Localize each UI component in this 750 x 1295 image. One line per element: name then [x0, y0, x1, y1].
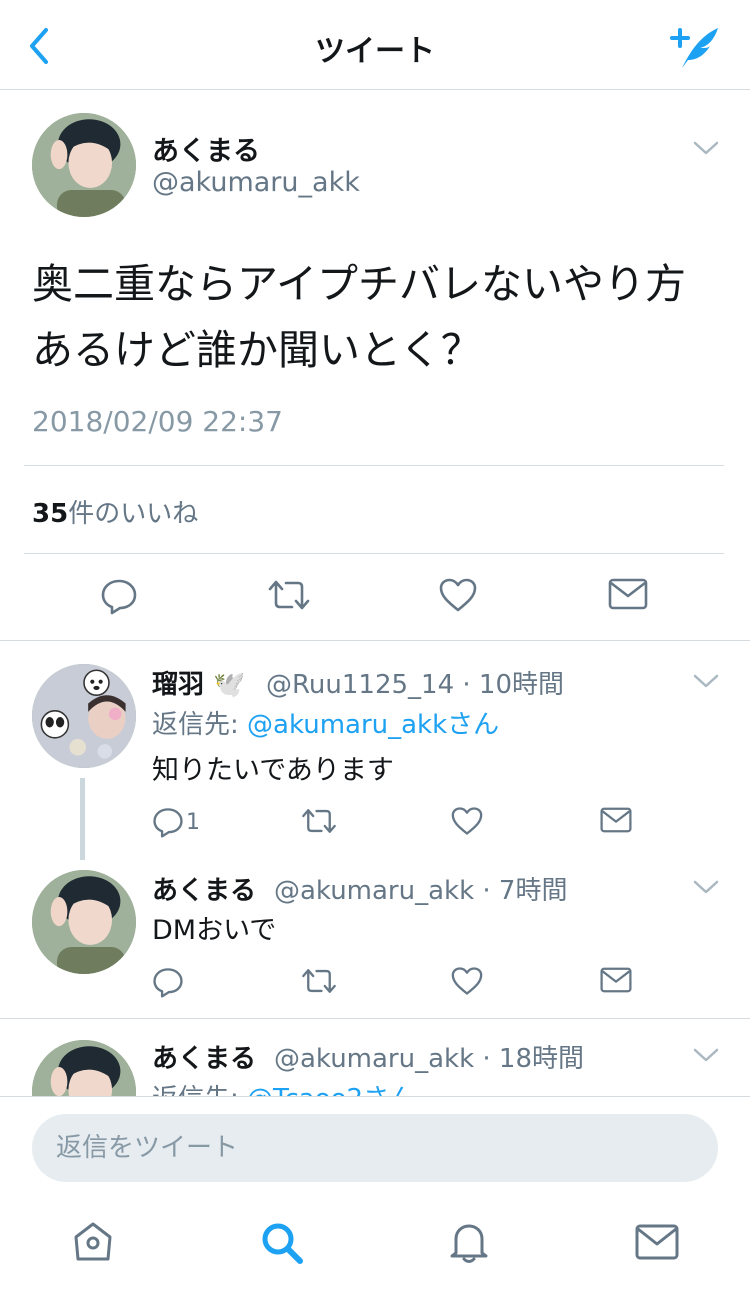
page-title: ツイート	[315, 34, 435, 69]
message-button[interactable]	[600, 806, 632, 834]
reply-count: 1	[186, 809, 200, 835]
likes-label: 件のいいね	[68, 499, 199, 529]
reply-handle-time[interactable]: @Ruu1125_14 · 10時間	[266, 664, 564, 701]
message-button[interactable]	[608, 577, 648, 611]
thread-connector	[80, 778, 85, 860]
likes-summary[interactable]: 35件のいいね	[32, 493, 198, 530]
dove-emoji: 🕊️	[213, 670, 246, 700]
top-nav-bar: ツイート	[0, 0, 750, 90]
avatar[interactable]	[32, 870, 136, 974]
retweet-button[interactable]	[300, 806, 338, 836]
compose-tweet-icon[interactable]	[668, 22, 722, 72]
reply-button[interactable]: 1	[152, 806, 200, 838]
message-button[interactable]	[600, 966, 632, 994]
reply-text: DMおいで	[152, 915, 277, 946]
retweet-button[interactable]	[300, 966, 338, 996]
reply-author-name[interactable]: あくまる	[152, 870, 256, 907]
reply-to-line: 返信先: @akumaru_akkさん	[152, 704, 499, 741]
avatar[interactable]	[32, 664, 136, 768]
reply-text: 知りたいであります	[152, 755, 394, 786]
messages-icon[interactable]	[634, 1219, 680, 1265]
retweet-icon	[302, 969, 336, 993]
notifications-icon[interactable]	[446, 1219, 492, 1265]
tweet-text: 奥二重ならアイプチバレないやり方あるけど誰か聞いとく？	[32, 260, 686, 374]
reply-icon	[153, 808, 183, 838]
reply-input[interactable]	[32, 1114, 718, 1182]
reply-author-name[interactable]: 瑠羽 🕊️	[152, 664, 245, 701]
heart-icon	[439, 578, 477, 612]
reply-handle-time[interactable]: @akumaru_akk · 7時間	[274, 870, 567, 907]
envelope-icon	[600, 807, 632, 833]
chevron-down-icon[interactable]	[692, 672, 720, 690]
reply-handle-time[interactable]: @akumaru_akk · 18時間	[274, 1038, 584, 1075]
reply-button[interactable]	[100, 577, 138, 615]
heart-icon	[451, 807, 483, 835]
search-icon[interactable]	[258, 1219, 304, 1265]
like-button[interactable]	[450, 806, 484, 836]
tweet-timestamp: 2018/02/09 22:37	[32, 405, 283, 438]
reply-author-name-text: 瑠羽	[152, 670, 205, 700]
divider	[24, 465, 724, 466]
envelope-icon	[608, 578, 648, 610]
divider	[24, 553, 724, 554]
avatar[interactable]	[32, 113, 136, 217]
like-button[interactable]	[450, 966, 484, 996]
envelope-icon	[600, 967, 632, 993]
chevron-down-icon[interactable]	[692, 1046, 720, 1064]
divider	[0, 1018, 750, 1019]
reply-button[interactable]	[152, 966, 184, 998]
retweet-icon	[268, 580, 310, 610]
author-name[interactable]: あくまる	[152, 129, 260, 168]
heart-icon	[451, 967, 483, 995]
reply-author-name[interactable]: あくまる	[152, 1038, 256, 1075]
like-button[interactable]	[438, 577, 478, 613]
main-tweet: あくまる @akumaru_akk 奥二重ならアイプチバレないやり方あるけど誰か…	[0, 91, 750, 641]
retweet-button[interactable]	[266, 577, 312, 613]
likes-count: 35	[32, 499, 69, 529]
chevron-down-icon[interactable]	[692, 139, 720, 157]
chevron-down-icon[interactable]	[692, 878, 720, 896]
author-handle[interactable]: @akumaru_akk	[152, 167, 360, 198]
reply-icon	[153, 968, 183, 998]
home-icon[interactable]	[70, 1219, 116, 1265]
retweet-icon	[302, 809, 336, 833]
reply-icon	[101, 579, 137, 615]
bottom-panel	[0, 1096, 750, 1295]
reply-to-mention[interactable]: @akumaru_akkさん	[247, 710, 499, 740]
reply-to-prefix: 返信先:	[152, 710, 248, 740]
